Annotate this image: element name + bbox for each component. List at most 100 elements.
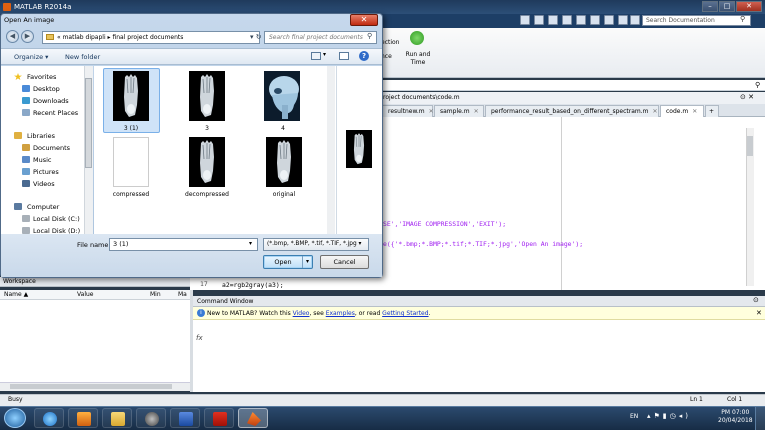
taskbar-explorer[interactable] xyxy=(102,408,132,428)
organize-button[interactable]: Organize ▾ xyxy=(14,53,48,61)
editor-window-controls[interactable]: ⊙ ✕ xyxy=(740,93,754,101)
maximize-button[interactable]: □ xyxy=(719,1,735,12)
file-thumbnail[interactable] xyxy=(266,137,302,187)
editor-tab[interactable]: resultnew.m ✕ xyxy=(382,105,434,117)
workspace-column-min[interactable]: Min xyxy=(150,291,161,298)
nav-recent-places[interactable]: Recent Places xyxy=(33,109,78,117)
view-options-chevron-down-icon[interactable]: ▾ xyxy=(323,51,326,58)
taskbar-acrobat[interactable] xyxy=(204,408,234,428)
taskbar-media[interactable] xyxy=(68,408,98,428)
language-indicator[interactable]: EN xyxy=(630,413,638,420)
dialog-search-input[interactable]: Search final project documents xyxy=(264,31,377,44)
workspace-column-name[interactable]: Name ▲ xyxy=(4,291,28,298)
file-name-label[interactable]: decompressed xyxy=(182,191,232,198)
file-name-label[interactable]: 3 xyxy=(182,125,232,132)
file-list-scrollbar[interactable] xyxy=(327,66,335,234)
getting-started-link[interactable]: Getting Started xyxy=(382,310,428,317)
editor-scrollbar-thumb[interactable] xyxy=(747,136,753,156)
close-info-icon[interactable]: ✕ xyxy=(756,309,762,317)
clock[interactable]: PM 07:00 20/04/2018 xyxy=(718,409,753,425)
taskbar-word[interactable] xyxy=(170,408,200,428)
editor-tab-active[interactable]: code.m ✕ xyxy=(660,105,704,117)
nav-music[interactable]: Music xyxy=(33,156,52,164)
system-tray-icons[interactable]: ▴⚑▮◷◂) xyxy=(647,412,691,420)
nav-pictures[interactable]: Pictures xyxy=(33,168,59,176)
file-thumbnail[interactable] xyxy=(189,137,225,187)
undo-icon[interactable] xyxy=(590,15,600,25)
minimize-button[interactable]: – xyxy=(702,1,718,12)
status-bar xyxy=(0,394,765,406)
file-thumbnail[interactable] xyxy=(264,71,300,121)
new-folder-button[interactable]: New folder xyxy=(65,53,100,61)
file-name-label[interactable]: original xyxy=(259,191,309,198)
pictures-icon xyxy=(22,168,30,175)
file-thumbnail[interactable] xyxy=(189,71,225,121)
current-folder-bar[interactable] xyxy=(382,80,765,91)
close-tab-icon[interactable]: ✕ xyxy=(474,108,479,115)
preview-pane-icon[interactable] xyxy=(339,52,349,60)
workspace-column-max[interactable]: Ma xyxy=(178,291,187,298)
file-name-input[interactable]: 3 (1) xyxy=(109,238,258,251)
file-name-label[interactable]: compressed xyxy=(106,191,156,198)
change-view-icon[interactable] xyxy=(311,52,321,60)
file-name-label[interactable]: 3 (1) xyxy=(106,125,156,132)
workspace-list[interactable] xyxy=(0,300,190,382)
nav-favorites[interactable]: Favorites xyxy=(27,73,56,81)
dialog-close-button[interactable]: ✕ xyxy=(350,14,378,26)
show-desktop-button[interactable] xyxy=(755,407,765,430)
cancel-button[interactable]: Cancel xyxy=(320,255,369,269)
video-link[interactable]: Video xyxy=(293,310,310,317)
close-button[interactable]: ✕ xyxy=(736,1,762,12)
file-name-dropdown-chevron-down-icon[interactable]: ▾ xyxy=(249,240,252,247)
taskbar-matlab[interactable] xyxy=(238,408,268,428)
browse-folder-icon[interactable]: ⚲ xyxy=(755,81,760,89)
command-window[interactable] xyxy=(193,320,765,392)
nav-documents[interactable]: Documents xyxy=(33,144,70,152)
nav-local-disk-c[interactable]: Local Disk (C:) xyxy=(33,215,80,223)
taskbar-app[interactable] xyxy=(136,408,166,428)
cut-icon[interactable] xyxy=(548,15,558,25)
search-icon[interactable]: ⚲ xyxy=(367,32,372,40)
nav-libraries[interactable]: Libraries xyxy=(27,132,55,140)
close-tab-icon[interactable]: ✕ xyxy=(692,108,697,115)
nav-computer[interactable]: Computer xyxy=(27,203,59,211)
back-arrow-icon[interactable]: ◀ xyxy=(6,30,19,43)
editor-tab[interactable]: performance_result_based_on_different_sp… xyxy=(485,105,659,117)
workspace-scrollbar-thumb[interactable] xyxy=(10,384,172,389)
copy-icon[interactable] xyxy=(562,15,572,25)
dialog-address-bar[interactable]: « matlab dipapli ▸ final project documen… xyxy=(42,31,260,44)
search-icon[interactable]: ⚲ xyxy=(740,15,745,23)
taskbar-ie[interactable] xyxy=(34,408,64,428)
run-and-time-icon[interactable] xyxy=(410,31,424,45)
redo-icon[interactable] xyxy=(604,15,614,25)
nav-scrollbar-thumb[interactable] xyxy=(85,78,92,168)
start-button[interactable] xyxy=(4,408,26,428)
quick-access-icon[interactable] xyxy=(520,15,530,25)
examples-link[interactable]: Examples xyxy=(326,310,355,317)
file-thumbnail[interactable] xyxy=(113,137,149,187)
close-tab-icon[interactable]: ✕ xyxy=(429,108,434,115)
nav-videos[interactable]: Videos xyxy=(33,180,55,188)
paste-icon[interactable] xyxy=(576,15,586,25)
save-icon[interactable] xyxy=(534,15,544,25)
file-thumbnail[interactable] xyxy=(113,71,149,121)
file-name-label[interactable]: 4 xyxy=(258,125,308,132)
new-tab-button[interactable]: + xyxy=(705,105,719,117)
help-icon[interactable] xyxy=(630,15,640,25)
nav-downloads[interactable]: Downloads xyxy=(33,97,69,105)
matlab-titlebar: MATLAB R2014a xyxy=(0,0,765,14)
fx-prompt-icon[interactable]: fx xyxy=(196,334,203,342)
help-icon[interactable]: ? xyxy=(359,51,369,61)
workspace-column-value[interactable]: Value xyxy=(77,291,93,298)
run-and-time-button[interactable]: Run and Time xyxy=(404,51,432,67)
switch-windows-icon[interactable] xyxy=(618,15,628,25)
nav-desktop[interactable]: Desktop xyxy=(33,85,60,93)
editor-tab[interactable]: sample.m ✕ xyxy=(434,105,484,117)
command-window-menu-icon[interactable]: ⊙ xyxy=(753,296,759,304)
documentation-search-input[interactable]: Search Documentation xyxy=(642,15,751,26)
forward-arrow-icon[interactable]: ▶ xyxy=(21,30,34,43)
close-tab-icon[interactable]: ✕ xyxy=(653,108,658,115)
refresh-icon[interactable]: ▾ ↻ xyxy=(250,33,262,41)
file-type-filter-select[interactable]: (*.bmp, *.BMP, *.tif, *.TIF, *.jpg ▾ xyxy=(263,238,369,251)
open-options-chevron-down-icon[interactable]: ▾ xyxy=(302,256,312,268)
